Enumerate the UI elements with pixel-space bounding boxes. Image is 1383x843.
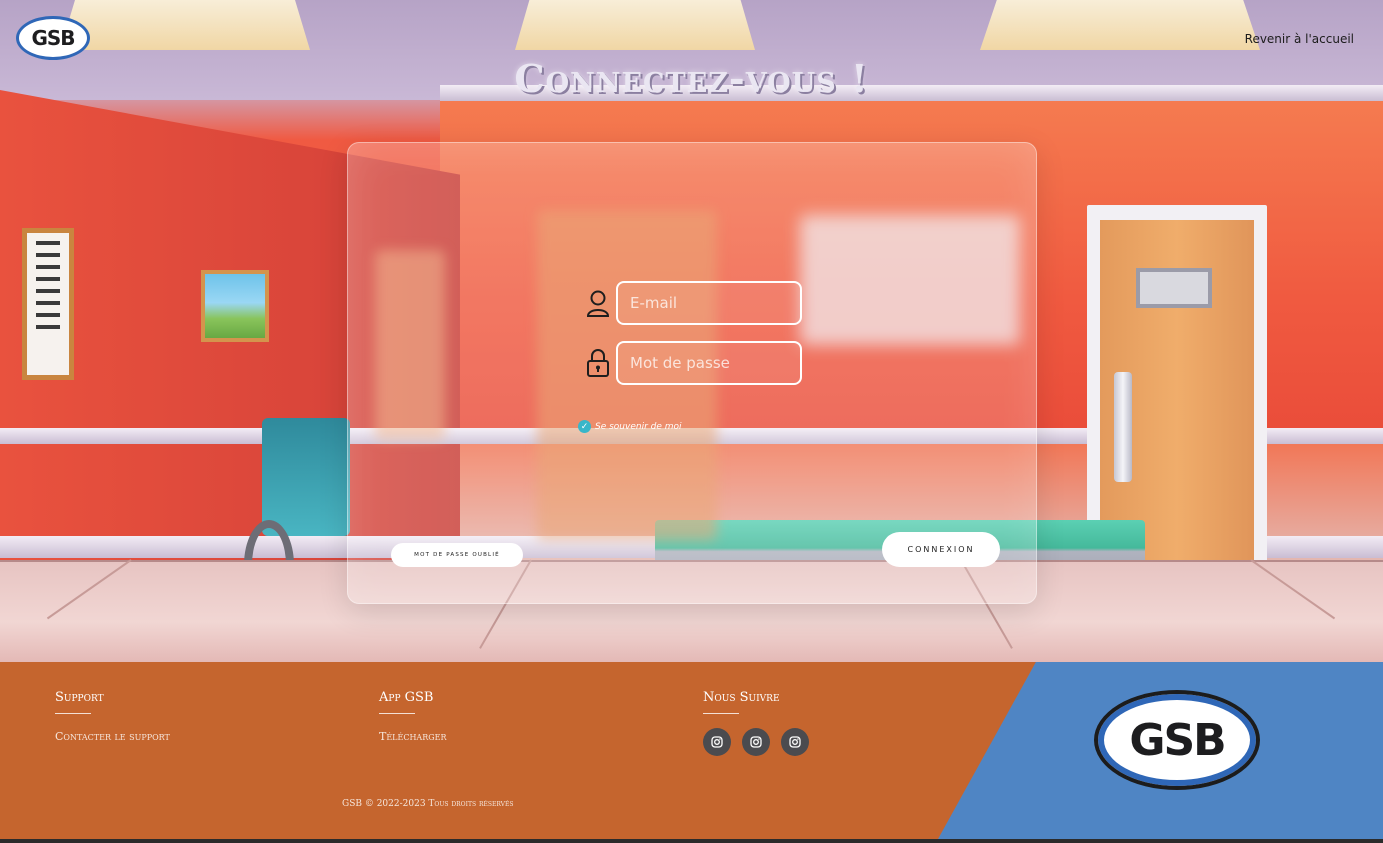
contact-support-link[interactable]: Contacter le support xyxy=(55,730,170,743)
instagram-icon[interactable] xyxy=(742,728,770,756)
divider xyxy=(703,713,739,714)
wheelchair xyxy=(262,418,350,536)
user-icon xyxy=(586,288,610,318)
login-button[interactable]: Connexion xyxy=(882,532,1000,567)
brand-logo[interactable]: GSB xyxy=(16,16,90,60)
forgot-password-button[interactable]: Mot de passe oublié xyxy=(391,543,523,567)
download-link[interactable]: Télécharger xyxy=(379,730,446,743)
ceiling-light xyxy=(515,0,755,50)
divider xyxy=(379,713,415,714)
footer-support-title: Support xyxy=(55,690,104,705)
footer-app-column: App GSB Télécharger xyxy=(379,690,446,743)
remember-me-label: Se souvenir de moi xyxy=(595,421,682,432)
footer-app-title: App GSB xyxy=(379,690,434,705)
back-to-home-link[interactable]: Revenir à l'accueil xyxy=(1245,32,1354,46)
password-row xyxy=(586,341,802,385)
email-field[interactable] xyxy=(616,281,802,325)
footer-support-column: Support Contacter le support xyxy=(55,690,170,743)
instagram-icon[interactable] xyxy=(781,728,809,756)
page-bottom-edge xyxy=(0,839,1383,843)
divider xyxy=(55,713,91,714)
social-links xyxy=(703,728,809,756)
remember-me[interactable]: ✓ Se souvenir de moi xyxy=(578,420,682,433)
instagram-icon[interactable] xyxy=(703,728,731,756)
door-handle xyxy=(1114,372,1132,482)
footer-logo: GSB xyxy=(1094,690,1260,790)
footer-follow-title: Nous Suivre xyxy=(703,690,780,705)
page-title: Connectez-vous ! xyxy=(514,56,869,101)
door-window xyxy=(1136,268,1212,308)
email-row xyxy=(586,281,802,325)
remember-me-checkbox[interactable]: ✓ xyxy=(578,420,591,433)
password-field[interactable] xyxy=(616,341,802,385)
brand-logo-text: GSB xyxy=(31,26,75,50)
ceiling-light xyxy=(980,0,1260,50)
ceiling-light xyxy=(60,0,310,50)
landscape-painting xyxy=(201,270,269,342)
wall-notice xyxy=(22,228,74,380)
lock-icon xyxy=(586,348,610,378)
footer-logo-text: GSB xyxy=(1129,714,1226,766)
footer: Support Contacter le support App GSB Tél… xyxy=(0,662,1383,839)
copyright: GSB © 2022-2023 Tous droits réservés xyxy=(342,799,514,809)
footer-follow-column: Nous Suivre xyxy=(703,690,809,756)
